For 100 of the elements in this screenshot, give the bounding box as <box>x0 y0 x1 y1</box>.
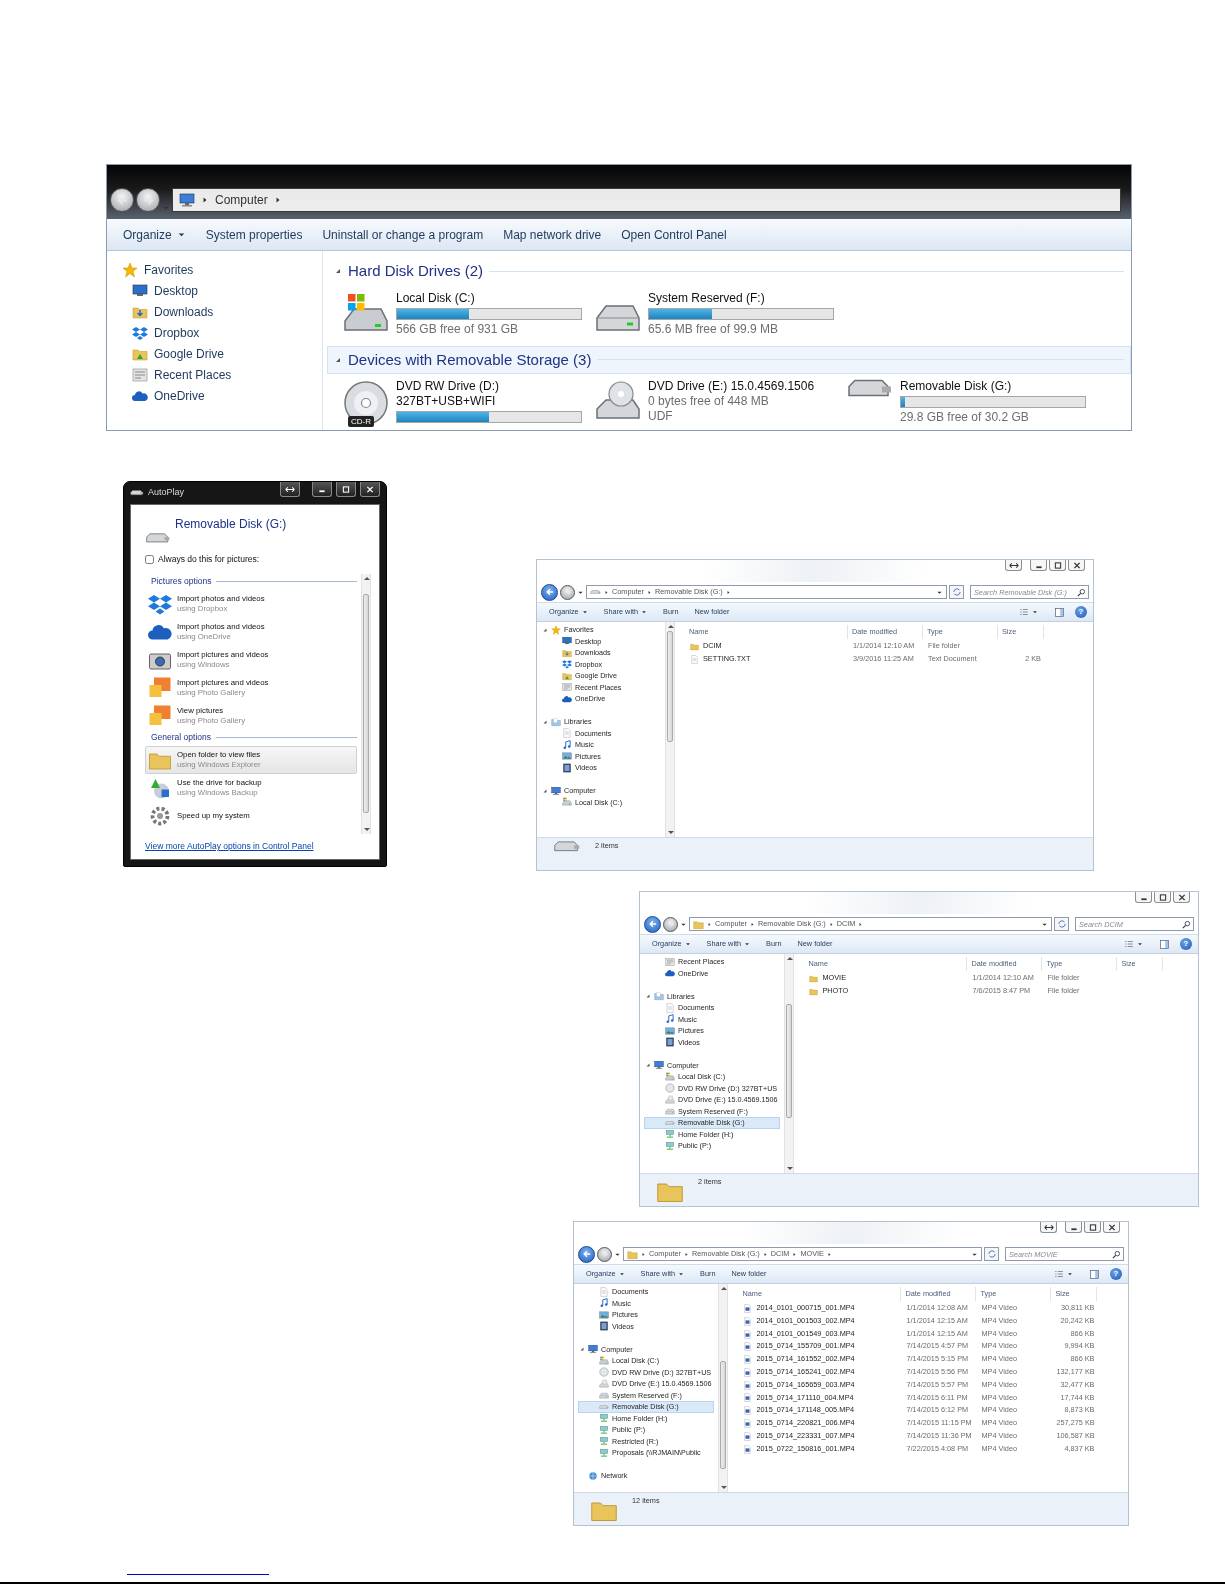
toolbar-button[interactable]: Map network drive <box>493 221 612 248</box>
toolbar-button[interactable]: Organize <box>113 221 196 248</box>
drive-icon <box>665 1106 675 1117</box>
toolbar-button[interactable]: System properties <box>195 221 313 248</box>
close-button[interactable] <box>1173 892 1190 903</box>
resize-button[interactable] <box>1040 1222 1057 1233</box>
minimize-button[interactable] <box>1065 1222 1082 1233</box>
device-title: Removable Disk (G:) <box>174 516 288 533</box>
usb-drive-icon <box>145 533 171 543</box>
maximize-button[interactable] <box>1049 560 1066 571</box>
maximize-button[interactable] <box>336 482 356 497</box>
video-file-icon <box>743 1316 753 1326</box>
drive-info: 566 GB free of 931 GB <box>396 321 520 337</box>
drive-tile[interactable]: CD-R DVD RW Drive (D:) 327BT+USB+WIFI <box>341 378 593 428</box>
nav-item[interactable]: OneDrive <box>121 385 322 406</box>
group-title: Hard Disk Drives (2) <box>348 261 483 281</box>
document-icon <box>665 1002 675 1013</box>
chevron-icon <box>826 1251 832 1257</box>
video-file-icon <box>743 1444 753 1454</box>
disc-icon <box>599 1367 609 1378</box>
nav-item[interactable]: Google Drive <box>121 343 322 364</box>
caret-icon <box>1067 1271 1073 1277</box>
resize-button[interactable] <box>1005 560 1022 571</box>
scroll-bar[interactable] <box>361 573 371 835</box>
refresh-button[interactable] <box>984 1247 999 1261</box>
folder-icon <box>627 1248 638 1260</box>
video-file-icon <box>743 1303 753 1313</box>
video-file-icon <box>743 1431 753 1441</box>
group-header[interactable]: Devices with Removable Storage (3) <box>327 345 1131 374</box>
back-button[interactable] <box>541 583 558 601</box>
search-icon <box>1077 588 1086 597</box>
arrow-left-icon <box>581 1249 592 1259</box>
caret-icon <box>1137 941 1143 947</box>
drive-tile[interactable]: DVD Drive (E:) 15.0.4569.1506 0 bytes free of 448 MB UDF <box>593 378 845 428</box>
control-panel-link[interactable]: View more AutoPlay options in Control Panel <box>145 840 314 853</box>
chevron-icon <box>725 589 731 595</box>
caret-icon <box>581 609 588 615</box>
resize-button[interactable] <box>280 482 300 497</box>
maximize-button[interactable] <box>1084 1222 1101 1233</box>
cloud-icon <box>665 968 675 979</box>
caret-icon <box>618 1271 625 1277</box>
folder-arrow-icon <box>562 647 572 658</box>
list-icon <box>562 682 572 693</box>
minimize-button[interactable] <box>1030 560 1047 571</box>
list-icon <box>665 956 675 967</box>
minimize-button[interactable] <box>1135 892 1152 903</box>
drive-tile[interactable]: Removable Disk (G:) 29.8 GB free of 30.2 GB <box>845 378 1097 428</box>
scroll-bar[interactable] <box>784 954 795 1173</box>
expand-arrow-icon <box>645 1062 651 1069</box>
toolbar-button[interactable]: Uninstall or change a program <box>312 221 494 248</box>
scroll-bar[interactable] <box>718 1284 729 1492</box>
nav-item[interactable]: Dropbox <box>121 322 322 343</box>
address-bar[interactable]: Computer <box>172 188 1121 212</box>
back-button[interactable] <box>578 1245 595 1263</box>
chevron-icon <box>604 589 609 595</box>
forward-button[interactable] <box>136 188 160 212</box>
nav-item[interactable]: Desktop <box>121 280 322 301</box>
breadcrumb-item[interactable]: Computer <box>215 191 268 209</box>
toolbar-button[interactable]: Open Control Panel <box>611 221 737 248</box>
nav-item[interactable]: Downloads <box>121 301 322 322</box>
nav-item[interactable]: Recent Places <box>121 364 322 385</box>
chevron-icon <box>858 921 864 927</box>
nav-item[interactable]: Favorites <box>121 259 322 280</box>
chevron-icon <box>201 196 209 204</box>
photos-icon <box>148 675 172 700</box>
caret-icon <box>744 941 751 947</box>
drive-tile[interactable]: System Reserved (F:) 65.6 MB free of 99.9 MB <box>593 289 845 340</box>
back-button[interactable] <box>644 915 661 933</box>
maximize-button[interactable] <box>1154 892 1171 903</box>
computer-icon <box>588 1344 598 1355</box>
checkbox[interactable] <box>145 554 154 564</box>
disc-drive-icon <box>665 1094 675 1105</box>
drive-icon <box>562 797 572 808</box>
folder-icon <box>690 641 699 651</box>
search-icon <box>1112 1250 1121 1259</box>
close-button[interactable] <box>1103 1222 1120 1233</box>
video-file-icon <box>743 1367 753 1377</box>
monitor-icon <box>132 282 148 299</box>
picture-icon <box>562 751 572 762</box>
video-file-icon <box>743 1419 753 1429</box>
close-button[interactable] <box>360 482 380 497</box>
drive-tile[interactable]: Local Disk (C:) 566 GB free of 931 GB <box>341 289 593 340</box>
refresh-button[interactable] <box>949 585 964 599</box>
photos-icon <box>148 703 172 728</box>
chevron-icon <box>750 921 756 927</box>
close-button[interactable] <box>1068 560 1085 571</box>
usb-drive-icon <box>130 490 144 496</box>
video-file-icon <box>743 1329 753 1339</box>
usb-drive-icon <box>846 379 894 397</box>
refresh-icon <box>951 587 962 597</box>
drive-icon <box>599 1390 609 1401</box>
scroll-bar[interactable] <box>665 622 675 837</box>
chevron-icon <box>762 1251 768 1257</box>
back-button[interactable] <box>110 188 134 212</box>
drive-info: UDF <box>648 409 674 424</box>
group-header[interactable]: Hard Disk Drives (2) <box>327 257 1131 286</box>
folder-icon <box>654 991 664 1002</box>
refresh-button[interactable] <box>1054 917 1069 931</box>
monitor-icon <box>562 636 572 647</box>
minimize-button[interactable] <box>312 482 332 497</box>
